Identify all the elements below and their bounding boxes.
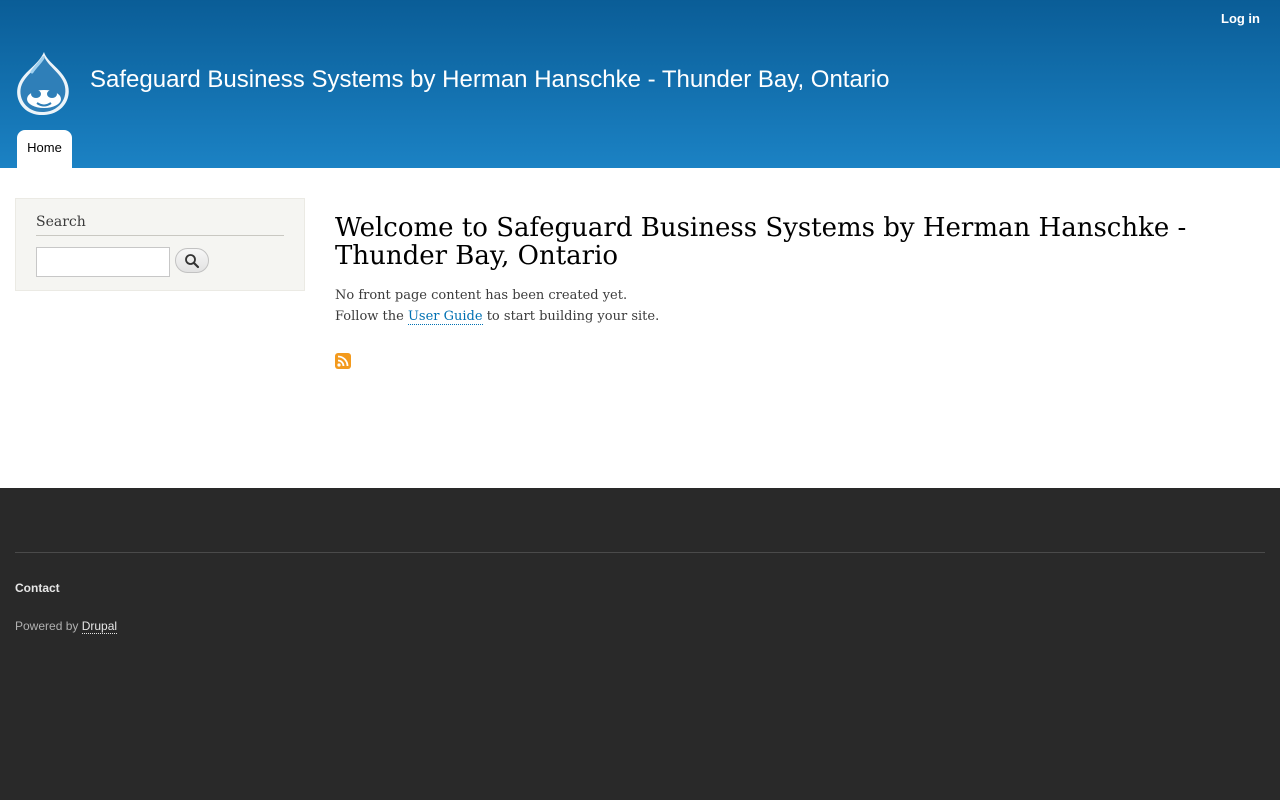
user-guide-prefix: Follow the [335,309,408,324]
search-button[interactable] [175,248,209,273]
page-title: Welcome to Safeguard Business Systems by… [335,213,1187,271]
login-link[interactable]: Log in [1221,11,1260,27]
front-page-message: No front page content has been created y… [335,285,1265,327]
tab-home-label: Home [27,140,62,155]
search-block: Search [15,198,305,291]
site-header: Log in Safeguard Business Systems by Her… [0,0,1280,168]
site-footer: Contact Powered by Drupal [0,488,1280,800]
no-content-text: No front page content has been created y… [335,288,628,303]
drupal-link[interactable]: Drupal [81,619,118,634]
footer-divider [15,552,1265,553]
contact-link[interactable]: Contact [15,580,60,596]
main-content: Welcome to Safeguard Business Systems by… [335,214,1265,327]
rss-feed-icon[interactable] [335,353,351,369]
user-guide-link[interactable]: User Guide [407,309,483,325]
magnifier-icon [185,253,200,268]
tab-home[interactable]: Home [17,130,72,168]
drupal-logo-icon[interactable] [14,50,72,118]
search-block-title: Search [36,214,284,236]
main-region: Search Welcome to Safeguard Business Sys… [0,168,1280,488]
powered-by-prefix: Powered by [15,619,82,633]
user-guide-suffix: to start building your site. [482,309,660,324]
site-name[interactable]: Safeguard Business Systems by Herman Han… [90,64,890,96]
user-guide-line: Follow the User Guide to start building … [335,306,1265,327]
search-input[interactable] [36,247,170,277]
powered-by: Powered by Drupal [15,618,118,634]
